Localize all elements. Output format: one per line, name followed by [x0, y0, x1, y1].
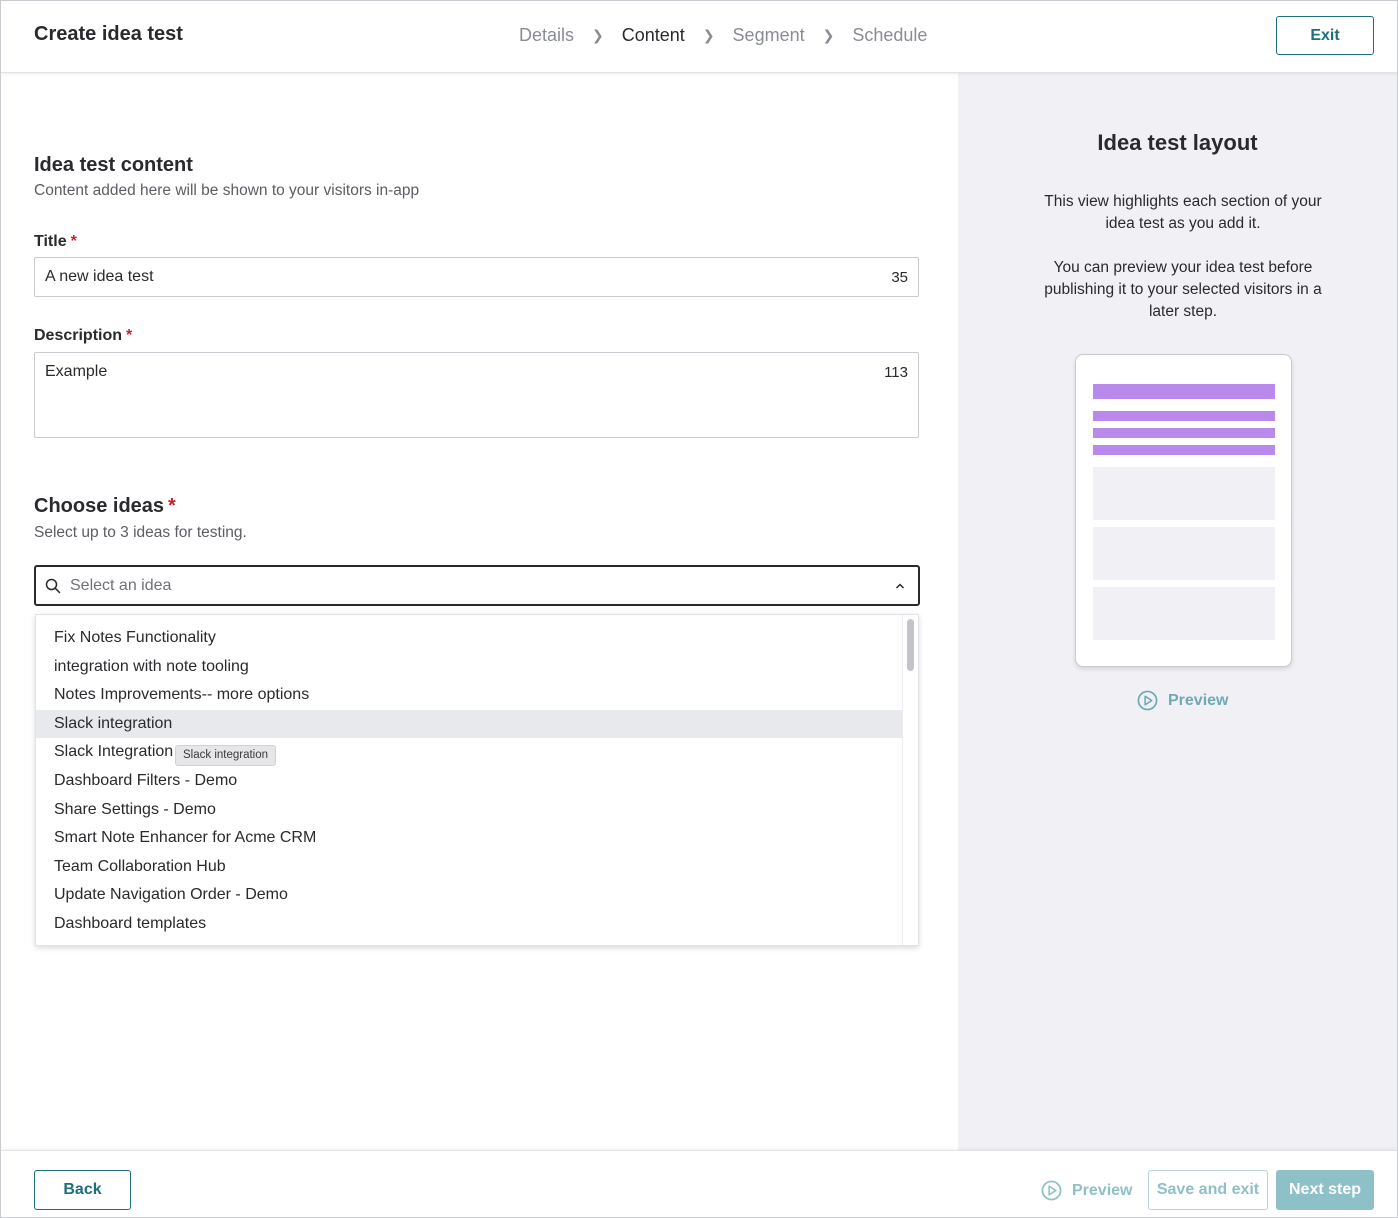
section-subtitle: Content added here will be shown to your… — [34, 182, 420, 199]
page-title: Create idea test — [34, 23, 183, 45]
description-textarea[interactable]: Example 113 — [34, 352, 919, 438]
side-preview-label: Preview — [1168, 691, 1229, 709]
step-details[interactable]: Details — [519, 25, 574, 46]
idea-option[interactable]: Smart Note Enhancer for Acme CRM — [36, 824, 902, 853]
description-highlight-bar — [1093, 428, 1275, 438]
title-char-count: 35 — [891, 269, 908, 286]
side-preview-button[interactable]: Preview — [1137, 690, 1228, 711]
app-window: Create idea test Details ❯ Content ❯ Seg… — [0, 0, 1398, 1218]
main-content: Idea test content Content added here wil… — [1, 73, 958, 1150]
description-char-count: 113 — [884, 364, 908, 381]
title-highlight-bar — [1093, 384, 1275, 399]
layout-preview-panel: Idea test layout This view highlights ea… — [958, 73, 1397, 1150]
back-button[interactable]: Back — [34, 1170, 131, 1210]
required-mark: * — [70, 233, 77, 250]
required-mark: * — [126, 327, 133, 344]
idea-placeholder-block — [1093, 527, 1275, 580]
chevron-right-icon: ❯ — [702, 27, 715, 43]
choose-ideas-title: Choose ideas * — [34, 495, 176, 518]
scrollbar-thumb[interactable] — [907, 619, 914, 671]
choose-ideas-title-text: Choose ideas — [34, 495, 165, 517]
chevron-right-icon: ❯ — [592, 27, 604, 43]
idea-option[interactable]: Team Collaboration Hub — [36, 853, 902, 882]
title-input[interactable]: A new idea test 35 — [34, 257, 919, 297]
save-and-exit-button[interactable]: Save and exit — [1148, 1170, 1268, 1210]
idea-option[interactable]: Slack Integration — [36, 738, 902, 767]
step-segment[interactable]: Segment — [733, 25, 805, 46]
play-circle-icon — [1041, 1180, 1062, 1201]
header: Create idea test Details ❯ Content ❯ Seg… — [1, 1, 1397, 73]
description-highlight-bar — [1093, 445, 1275, 455]
chevron-right-icon: ❯ — [822, 27, 835, 43]
idea-dropdown: Fix Notes Functionality integration with… — [35, 614, 919, 946]
idea-option[interactable]: Fix Notes Functionality — [36, 624, 902, 653]
step-schedule[interactable]: Schedule — [852, 25, 927, 46]
title-label-text: Title — [34, 233, 67, 250]
chevron-up-icon[interactable] — [894, 580, 906, 592]
side-title: Idea test layout — [1097, 130, 1258, 155]
idea-option[interactable]: Dashboard Filters - Demo — [36, 767, 902, 796]
device-mockup — [1075, 354, 1292, 667]
description-label-text: Description — [34, 327, 123, 344]
idea-option[interactable]: Notes Improvements-- more options — [36, 681, 902, 710]
step-content[interactable]: Content — [622, 25, 685, 46]
title-input-value: A new idea test — [45, 268, 154, 285]
idea-options-list: Fix Notes Functionality integration with… — [36, 624, 902, 939]
choose-ideas-subtitle: Select up to 3 ideas for testing. — [34, 524, 247, 541]
stepper: Details ❯ Content ❯ Segment ❯ Schedule — [519, 25, 927, 46]
footer-preview-label: Preview — [1072, 1181, 1133, 1199]
idea-select-placeholder: Select an idea — [70, 577, 172, 594]
idea-placeholder-block — [1093, 467, 1275, 520]
idea-placeholder-block — [1093, 587, 1275, 640]
required-mark: * — [168, 495, 176, 517]
description-highlight-bar — [1093, 411, 1275, 421]
idea-option-highlighted[interactable]: Slack integration — [36, 709, 902, 739]
description-label: Description * — [34, 327, 132, 345]
tooltip: Slack integration — [175, 745, 277, 766]
description-value: Example — [45, 363, 108, 380]
footer-preview-button[interactable]: Preview — [1041, 1180, 1132, 1201]
search-icon — [45, 578, 61, 594]
side-paragraph-1: This view highlights each section of you… — [1044, 193, 1322, 232]
footer: Back Preview Save and exit Next step — [1, 1150, 1397, 1217]
idea-option[interactable]: Update Navigation Order - Demo — [36, 881, 902, 910]
title-label: Title * — [34, 233, 77, 251]
idea-select[interactable]: Select an idea — [34, 565, 920, 606]
next-step-button[interactable]: Next step — [1276, 1170, 1374, 1210]
idea-option[interactable]: integration with note tooling — [36, 653, 902, 682]
dropdown-scrollbar[interactable] — [902, 615, 918, 945]
exit-button[interactable]: Exit — [1276, 16, 1374, 55]
idea-option[interactable]: Share Settings - Demo — [36, 796, 902, 825]
play-circle-icon — [1137, 690, 1158, 711]
side-paragraph-2: You can preview your idea test before pu… — [1044, 259, 1322, 320]
section-title: Idea test content — [34, 154, 193, 176]
idea-option[interactable]: Dashboard templates — [36, 910, 902, 939]
